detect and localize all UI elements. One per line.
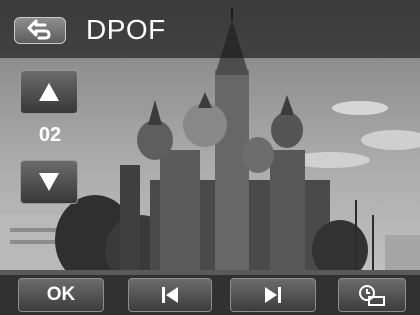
date-stamp-icon	[339, 279, 405, 311]
next-button[interactable]	[230, 278, 316, 312]
ok-label: OK	[46, 284, 76, 305]
print-count: 02	[38, 124, 62, 146]
previous-button[interactable]	[128, 278, 212, 312]
page-title: DPOF	[86, 14, 166, 45]
decrease-button[interactable]	[20, 160, 78, 204]
back-arrow-icon	[15, 18, 65, 43]
increase-button[interactable]	[20, 70, 78, 114]
triangle-down-icon	[21, 161, 77, 203]
triangle-up-icon	[21, 71, 77, 113]
skip-previous-icon	[129, 279, 211, 311]
date-stamp-button[interactable]	[338, 278, 406, 312]
ok-button[interactable]: OK	[18, 278, 104, 312]
skip-next-icon	[231, 279, 315, 311]
back-button[interactable]	[14, 17, 66, 44]
